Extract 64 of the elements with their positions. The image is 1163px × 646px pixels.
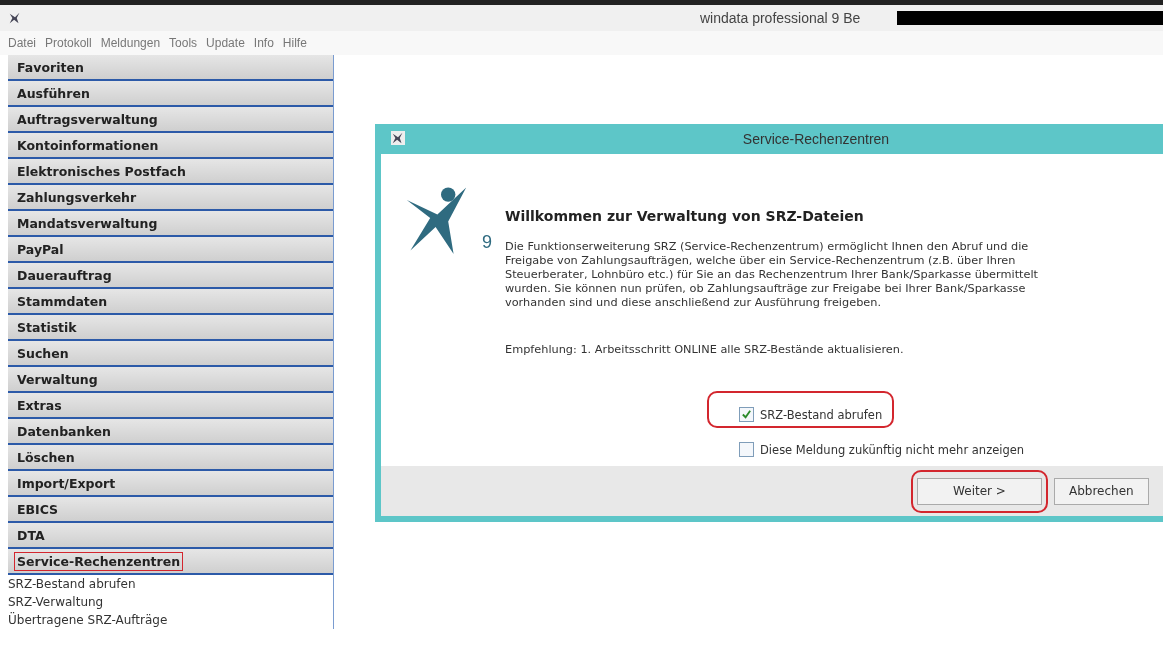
sidebar-section[interactable]: Elektronisches Postfach: [8, 159, 333, 185]
sidebar-section[interactable]: Favoriten: [8, 55, 333, 81]
checkbox-option[interactable]: Diese Meldung zukünftig nicht mehr anzeigen: [707, 436, 1037, 463]
sidebar-section[interactable]: PayPal: [8, 237, 333, 263]
sidebar-section[interactable]: Zahlungsverkehr: [8, 185, 333, 211]
sidebar-section[interactable]: Mandatsverwaltung: [8, 211, 333, 237]
menu-item[interactable]: Hilfe: [282, 36, 307, 50]
sidebar-section[interactable]: Datenbanken: [8, 419, 333, 445]
checkbox-option[interactable]: SRZ-Bestand abrufen: [707, 391, 895, 428]
sidebar-section[interactable]: Service-Rechenzentren: [8, 549, 333, 575]
dialog-title: Service-Rechenzentren: [742, 131, 890, 147]
sidebar-section[interactable]: Dauerauftrag: [8, 263, 333, 289]
section-label: Favoriten: [16, 58, 85, 77]
sidebar-section[interactable]: Statistik: [8, 315, 333, 341]
section-label: Statistik: [16, 318, 78, 337]
section-label: DTA: [16, 526, 46, 545]
sidebar-section[interactable]: DTA: [8, 523, 333, 549]
description-text: Die Funktionserweiterung SRZ (Service-Rechenzentrum) ermöglicht Ihnen den Abruf und die Freigabe von Zahlungsaufträgen, welche über ein Service-Rechenzentrum (z.B. über Ihren Steuerberater, Lohnbüro etc.) für Sie an das Rechenzentrum Ihrer Bank/Sparkasse übermittelt wurden. Sie können nun prüfen, ob Zahlungsaufträge zur Freigabe bei Ihrer Bank/Sparkasse vorhanden sind und diese anschließend zur Ausführung freigeben.: [505, 240, 1039, 310]
menu-item[interactable]: Meldungen: [100, 36, 161, 50]
sidebar-section[interactable]: EBICS: [8, 497, 333, 523]
figure-icon: [391, 131, 405, 145]
sidebar-link[interactable]: SRZ-Verwaltung: [8, 593, 333, 611]
section-label: Kontoinformationen: [16, 136, 160, 155]
sidebar-section[interactable]: Kontoinformationen: [8, 133, 333, 159]
section-label: Ausführen: [16, 84, 91, 103]
sidebar-section[interactable]: Löschen: [8, 445, 333, 471]
section-label: Extras: [16, 396, 63, 415]
window-title: windata professional 9 Be: [700, 10, 861, 26]
dialog-button[interactable]: Weiter >: [917, 477, 1042, 505]
section-label: Löschen: [16, 448, 76, 467]
logo-number: 9: [482, 232, 492, 253]
checkbox[interactable]: [739, 407, 754, 422]
section-label: Dauerauftrag: [16, 266, 113, 285]
sidebar-section[interactable]: Verwaltung: [8, 367, 333, 393]
dialog-heading: Willkommen zur Verwaltung von SRZ-Dateien: [505, 208, 865, 224]
sidebar-section[interactable]: Stammdaten: [8, 289, 333, 315]
section-label: Verwaltung: [16, 370, 99, 389]
section-label: Datenbanken: [16, 422, 112, 441]
menu-item[interactable]: Info: [253, 36, 274, 50]
sidebar-section[interactable]: Ausführen: [8, 81, 333, 107]
sidebar-section[interactable]: Suchen: [8, 341, 333, 367]
section-label: Elektronisches Postfach: [16, 162, 187, 181]
recommendation-text: Empfehlung: 1. Arbeitsschritt ONLINE alle SRZ-Bestände aktualisieren.: [505, 343, 905, 356]
menu-item[interactable]: Tools: [169, 36, 198, 50]
sidebar-section[interactable]: Import/Export: [8, 471, 333, 497]
menu-item[interactable]: Protokoll: [45, 36, 92, 50]
sidebar-section[interactable]: Auftragsverwaltung: [8, 107, 333, 133]
section-label: Import/Export: [16, 474, 117, 493]
section-label: Auftragsverwaltung: [16, 110, 159, 129]
section-label: Mandatsverwaltung: [16, 214, 159, 233]
menu-item[interactable]: Datei: [8, 36, 36, 50]
section-label: Stammdaten: [16, 292, 109, 311]
section-label: Zahlungsverkehr: [16, 188, 138, 207]
section-label: PayPal: [16, 240, 65, 259]
section-label: EBICS: [16, 500, 60, 519]
sidebar-section[interactable]: Extras: [8, 393, 333, 419]
checkbox[interactable]: [739, 442, 754, 457]
section-label: Service-Rechenzentren: [14, 551, 184, 571]
menu-item[interactable]: Update: [206, 36, 245, 50]
section-label: Suchen: [16, 344, 70, 363]
sidebar-link[interactable]: Übertragene SRZ-Aufträge: [8, 611, 333, 629]
figure-icon: [8, 11, 22, 25]
dialog-button[interactable]: Abbrechen: [1054, 477, 1149, 505]
sidebar-link[interactable]: SRZ-Bestand abrufen: [8, 575, 333, 593]
